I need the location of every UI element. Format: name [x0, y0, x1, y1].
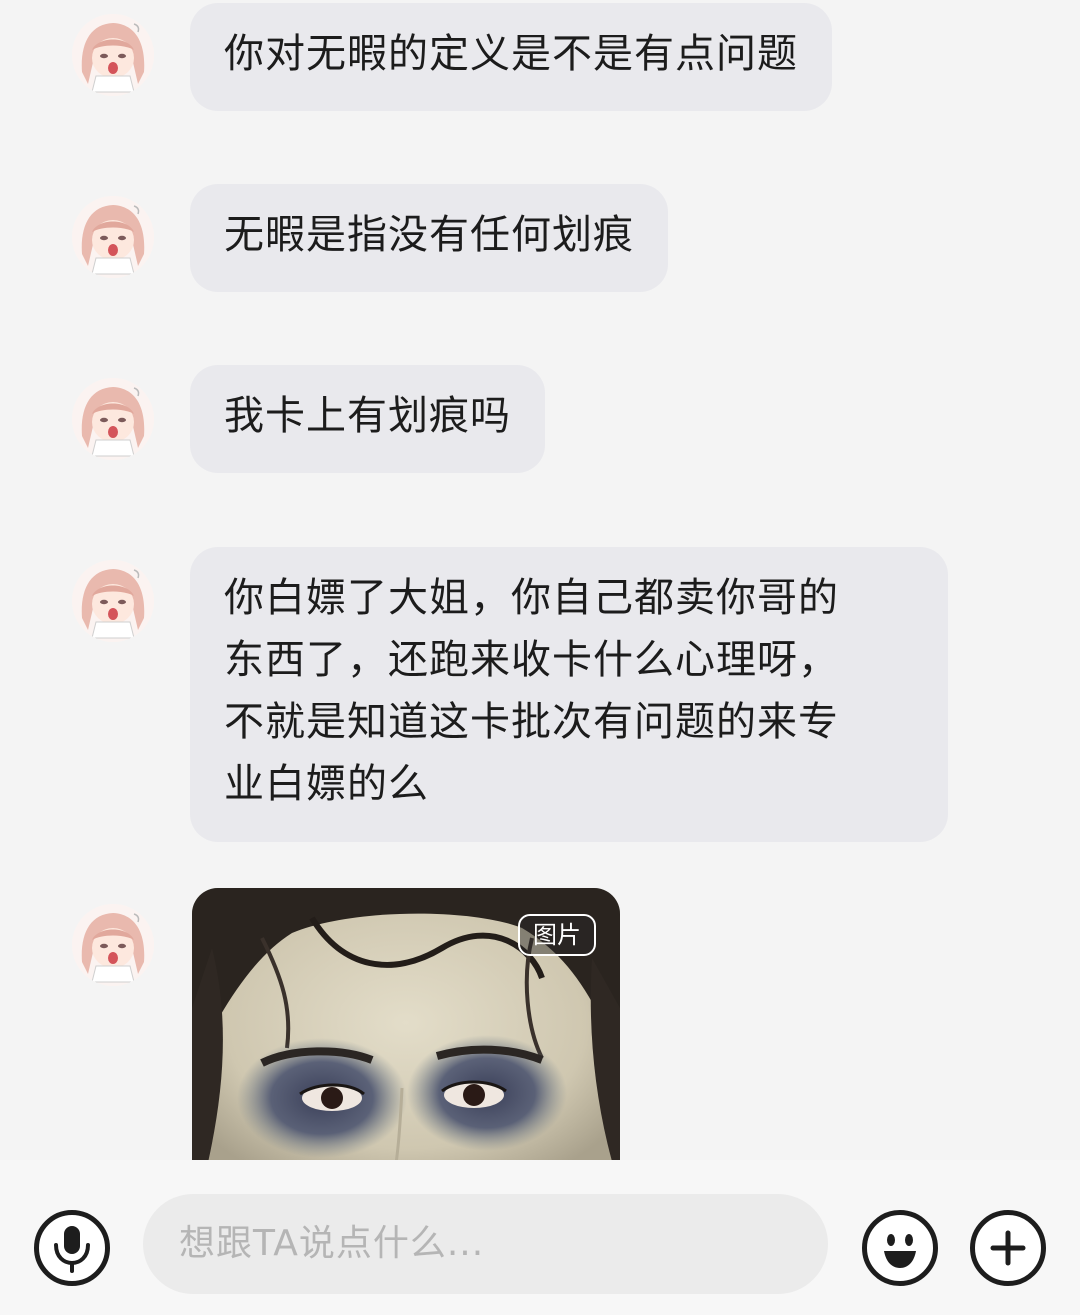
- message-input-placeholder: 想跟TA说点什么...: [179, 1223, 485, 1264]
- image-type-badge: 图片: [518, 914, 596, 956]
- message-bubble[interactable]: 你白嫖了大姐，你自己都卖你哥的 东西了，还跑来收卡什么心理呀， 不就是知道这卡批…: [190, 547, 948, 842]
- message-text-line: 你白嫖了大姐，你自己都卖你哥的: [224, 575, 839, 621]
- plus-icon: [990, 1230, 1026, 1266]
- image-message[interactable]: 图片: [192, 888, 620, 1160]
- anime-girl-crying-avatar: [72, 378, 154, 460]
- message-text: 无暇是指没有任何划痕: [224, 212, 634, 258]
- message-text: 你对无暇的定义是不是有点问题: [224, 31, 798, 77]
- message-text: 我卡上有划痕吗: [224, 393, 511, 439]
- avatar[interactable]: [72, 560, 154, 642]
- message-bubble[interactable]: 无暇是指没有任何划痕: [190, 184, 668, 292]
- anime-girl-crying-avatar: [72, 14, 154, 96]
- avatar[interactable]: [72, 904, 154, 986]
- anime-girl-crying-avatar: [72, 904, 154, 986]
- message-text-line: 东西了，还跑来收卡什么心理呀，: [224, 637, 839, 683]
- message-input-bar: 想跟TA说点什么...: [0, 1160, 1080, 1315]
- anime-girl-crying-avatar: [72, 196, 154, 278]
- avatar[interactable]: [72, 14, 154, 96]
- microphone-icon: [54, 1226, 90, 1273]
- message-bubble[interactable]: 你对无暇的定义是不是有点问题: [190, 3, 832, 111]
- smiley-icon: [884, 1234, 916, 1268]
- message-bubble[interactable]: 我卡上有划痕吗: [190, 365, 545, 473]
- more-button[interactable]: [970, 1210, 1046, 1286]
- message-input[interactable]: 想跟TA说点什么...: [143, 1194, 828, 1294]
- message-text-line: 不就是知道这卡批次有问题的来专: [224, 699, 839, 745]
- voice-button[interactable]: [34, 1210, 110, 1286]
- avatar[interactable]: [72, 196, 154, 278]
- chat-history[interactable]: 你对无暇的定义是不是有点问题 无暇是指没有任何划痕 我卡上有划痕吗 你白嫖了大姐…: [0, 0, 1080, 1160]
- anime-girl-crying-avatar: [72, 560, 154, 642]
- message-text-line: 业白嫖的么: [224, 761, 429, 807]
- emoji-button[interactable]: [862, 1210, 938, 1286]
- avatar[interactable]: [72, 378, 154, 460]
